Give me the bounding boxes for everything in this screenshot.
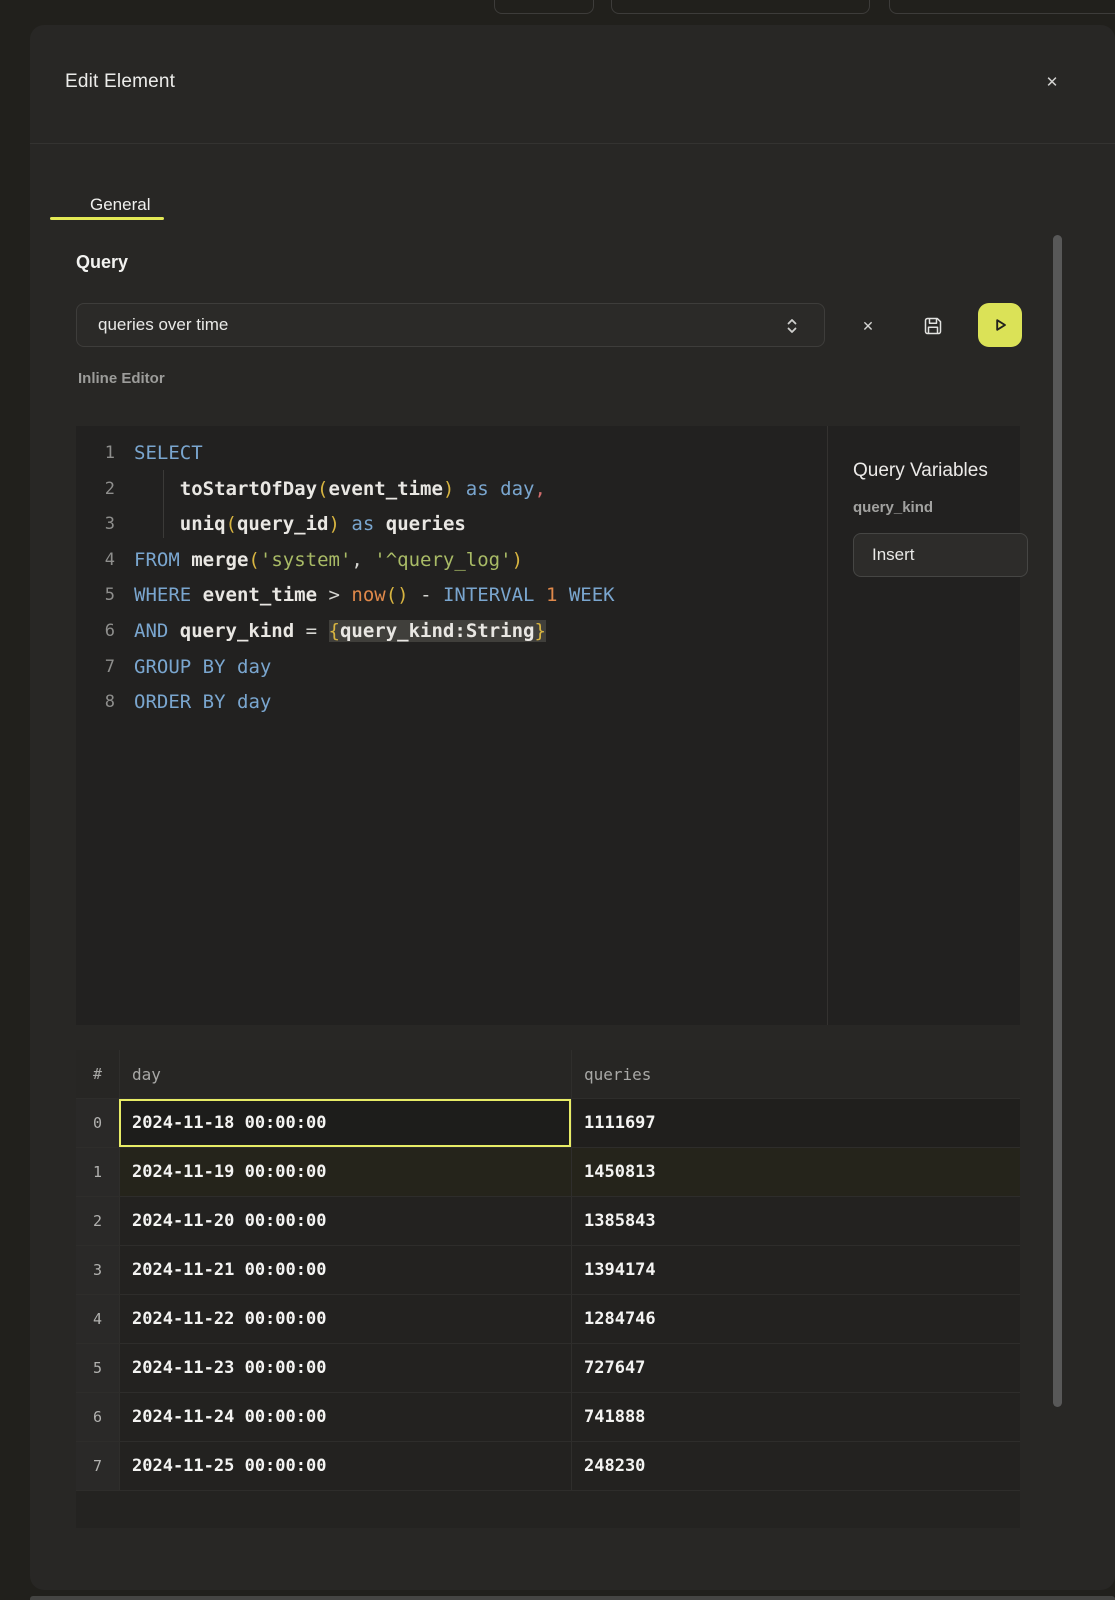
- line-number: 2: [76, 472, 115, 508]
- tab-label: General: [90, 195, 150, 215]
- table-row: 42024-11-22 00:00:001284746: [76, 1294, 1020, 1343]
- insert-variable-button[interactable]: Insert: [853, 533, 1028, 577]
- line-number: 4: [76, 543, 115, 579]
- query-select[interactable]: queries over time: [76, 303, 825, 347]
- toolbar-button-1[interactable]: [494, 0, 594, 14]
- close-icon: ✕: [1046, 73, 1059, 91]
- query-variables-title: Query Variables: [853, 460, 988, 482]
- code-line[interactable]: 8ORDER BY day: [76, 685, 797, 721]
- clear-query-button[interactable]: ✕: [855, 313, 881, 339]
- code-text: FROM merge('system', '^query_log'): [115, 543, 523, 579]
- toolbar-button-2[interactable]: [611, 0, 870, 14]
- results-table: #dayqueries02024-11-18 00:00:00111169712…: [76, 1050, 1020, 1528]
- table-header-row: #dayqueries: [76, 1050, 1020, 1098]
- query-variables-panel: Query Variables query_kind Insert: [828, 426, 1020, 1025]
- table-footer: [76, 1490, 1020, 1528]
- save-icon: [922, 315, 944, 337]
- queries-cell[interactable]: 741888: [571, 1393, 1020, 1441]
- row-index-cell[interactable]: 3: [76, 1246, 119, 1294]
- code-line[interactable]: 5WHERE event_time > now() - INTERVAL 1 W…: [76, 578, 797, 614]
- table-row: 12024-11-19 00:00:001450813: [76, 1147, 1020, 1196]
- day-cell[interactable]: 2024-11-21 00:00:00: [119, 1246, 571, 1294]
- table-row: 22024-11-20 00:00:001385843: [76, 1196, 1020, 1245]
- modal-header: Edit Element ✕: [30, 25, 1115, 143]
- sql-editor-block: 1SELECT2 toStartOfDay(event_time) as day…: [76, 426, 1020, 1025]
- column-header-index[interactable]: #: [76, 1050, 119, 1098]
- table-row: 52024-11-23 00:00:00727647: [76, 1343, 1020, 1392]
- code-line[interactable]: 3 uniq(query_id) as queries: [76, 507, 797, 543]
- code-line[interactable]: 6AND query_kind = {query_kind:String}: [76, 614, 797, 650]
- top-toolbar: [0, 0, 1115, 25]
- play-icon: [988, 313, 1012, 337]
- edit-element-modal: Edit Element ✕ General Query queries ove…: [30, 25, 1115, 1590]
- tab-active-underline: [50, 217, 164, 220]
- queries-cell[interactable]: 248230: [571, 1442, 1020, 1490]
- code-text: ORDER BY day: [115, 685, 271, 721]
- line-number: 8: [76, 685, 115, 721]
- queries-cell[interactable]: 1284746: [571, 1295, 1020, 1343]
- table-row: 72024-11-25 00:00:00248230: [76, 1441, 1020, 1490]
- row-index-cell[interactable]: 6: [76, 1393, 119, 1441]
- queries-cell[interactable]: 1111697: [571, 1099, 1020, 1147]
- close-button[interactable]: ✕: [1039, 69, 1065, 95]
- table-row: 62024-11-24 00:00:00741888: [76, 1392, 1020, 1441]
- modal-scrollbar[interactable]: [1053, 235, 1062, 1407]
- day-cell[interactable]: 2024-11-22 00:00:00: [119, 1295, 571, 1343]
- line-number: 5: [76, 578, 115, 614]
- line-number: 1: [76, 436, 115, 472]
- queries-cell[interactable]: 1385843: [571, 1197, 1020, 1245]
- clear-icon: ✕: [862, 318, 874, 335]
- chevron-up-down-icon: [780, 314, 804, 338]
- queries-cell[interactable]: 1394174: [571, 1246, 1020, 1294]
- code-text: toStartOfDay(event_time) as day,: [115, 472, 546, 508]
- row-index-cell[interactable]: 0: [76, 1099, 119, 1147]
- row-index-cell[interactable]: 7: [76, 1442, 119, 1490]
- header-divider: [30, 143, 1115, 144]
- inline-editor-label: Inline Editor: [78, 370, 165, 387]
- code-text: GROUP BY day: [115, 650, 271, 686]
- day-cell[interactable]: 2024-11-19 00:00:00: [119, 1148, 571, 1196]
- run-query-button[interactable]: [978, 303, 1022, 347]
- save-query-button[interactable]: [920, 313, 946, 339]
- code-text: SELECT: [115, 436, 203, 472]
- row-index-cell[interactable]: 2: [76, 1197, 119, 1245]
- line-number: 6: [76, 614, 115, 650]
- day-cell[interactable]: 2024-11-20 00:00:00: [119, 1197, 571, 1245]
- code-line[interactable]: 4FROM merge('system', '^query_log'): [76, 543, 797, 579]
- sql-code-editor[interactable]: 1SELECT2 toStartOfDay(event_time) as day…: [76, 426, 797, 1025]
- query-section-heading: Query: [76, 252, 128, 273]
- tab-general[interactable]: General: [70, 177, 170, 232]
- bottom-panel-edge: [30, 1596, 1115, 1600]
- code-text: uniq(query_id) as queries: [115, 507, 466, 543]
- day-cell[interactable]: 2024-11-25 00:00:00: [119, 1442, 571, 1490]
- row-index-cell[interactable]: 5: [76, 1344, 119, 1392]
- line-number: 7: [76, 650, 115, 686]
- column-header-queries[interactable]: queries: [571, 1050, 1020, 1098]
- screen: Edit Element ✕ General Query queries ove…: [0, 0, 1115, 1600]
- column-header-day[interactable]: day: [119, 1050, 571, 1098]
- queries-cell[interactable]: 1450813: [571, 1148, 1020, 1196]
- query-select-value: queries over time: [98, 315, 228, 335]
- day-cell[interactable]: 2024-11-18 00:00:00: [119, 1099, 571, 1147]
- toolbar-button-3[interactable]: [889, 0, 1115, 14]
- row-index-cell[interactable]: 1: [76, 1148, 119, 1196]
- code-line[interactable]: 1SELECT: [76, 436, 797, 472]
- table-row: 32024-11-21 00:00:001394174: [76, 1245, 1020, 1294]
- code-text: WHERE event_time > now() - INTERVAL 1 WE…: [115, 578, 615, 614]
- day-cell[interactable]: 2024-11-23 00:00:00: [119, 1344, 571, 1392]
- line-number: 3: [76, 507, 115, 543]
- day-cell[interactable]: 2024-11-24 00:00:00: [119, 1393, 571, 1441]
- code-line[interactable]: 7GROUP BY day: [76, 650, 797, 686]
- indent-guide: [163, 470, 164, 538]
- code-line[interactable]: 2 toStartOfDay(event_time) as day,: [76, 472, 797, 508]
- queries-cell[interactable]: 727647: [571, 1344, 1020, 1392]
- row-index-cell[interactable]: 4: [76, 1295, 119, 1343]
- modal-title: Edit Element: [65, 71, 175, 93]
- table-row: 02024-11-18 00:00:001111697: [76, 1098, 1020, 1147]
- code-text: AND query_kind = {query_kind:String}: [115, 614, 546, 650]
- variable-name-label: query_kind: [853, 499, 933, 516]
